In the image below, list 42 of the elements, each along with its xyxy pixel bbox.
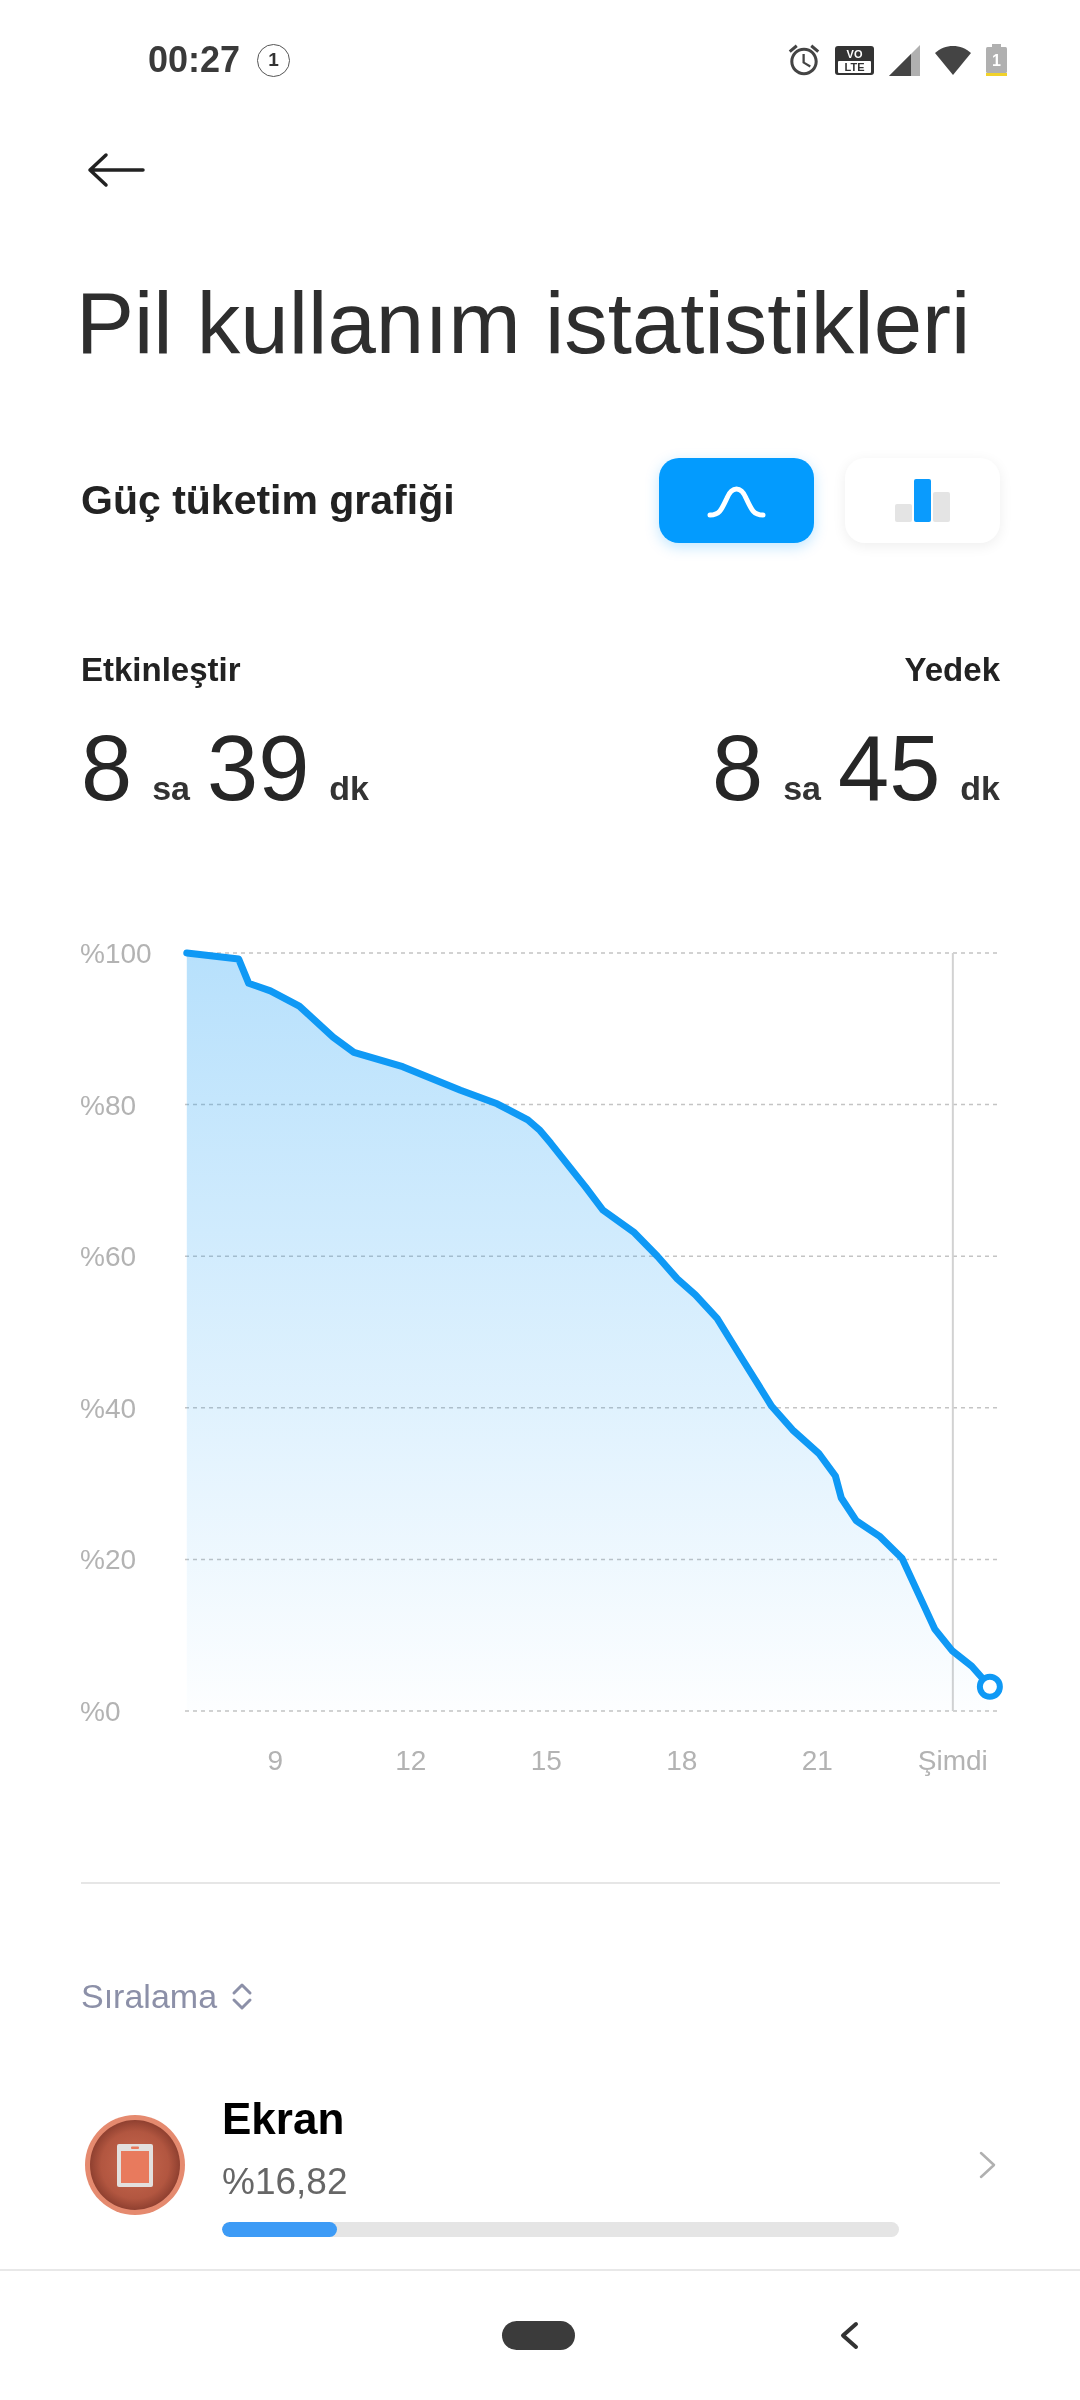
battery-label: 1 <box>992 52 1001 69</box>
volte-bottom-label: LTE <box>844 60 865 73</box>
tablet-icon <box>85 2115 185 2215</box>
minutes-value: 45 <box>837 722 941 814</box>
y-axis-label: %0 <box>80 1696 121 1727</box>
hours-unit: sa <box>783 769 821 808</box>
alarm-clock-icon <box>788 44 820 76</box>
wifi-icon <box>935 45 971 75</box>
sort-button[interactable]: Sıralama <box>71 1971 264 2021</box>
volte-top-label: VO <box>846 47 863 60</box>
x-axis-label: 18 <box>666 1745 698 1776</box>
minutes-value: 39 <box>207 722 310 814</box>
back-arrow-icon <box>87 152 145 188</box>
x-axis-label: Şimdi <box>917 1745 988 1776</box>
chart-view-toggle[interactable] <box>659 458 814 543</box>
y-axis-label: %20 <box>80 1544 137 1576</box>
chart-view-toggle[interactable] <box>845 458 1000 543</box>
status-time: 00:27 <box>148 39 241 81</box>
current-level-point <box>976 1673 1003 1700</box>
minutes-unit: dk <box>960 769 1000 808</box>
sort-chevrons-icon <box>231 1981 254 2011</box>
section-title: Güç tüketim grafiği <box>81 477 456 524</box>
estimate-label: Yedek <box>904 651 1000 689</box>
x-axis-label: 9 <box>267 1745 284 1776</box>
y-axis-label: %60 <box>80 1241 137 1273</box>
estimate-label: Etkinleştir <box>81 651 241 689</box>
hours-value: 8 <box>81 722 133 814</box>
x-axis-label: 12 <box>395 1745 427 1776</box>
usage-item-name: Ekran <box>222 2093 346 2145</box>
minutes-unit: dk <box>329 769 370 808</box>
hours-unit: sa <box>152 769 190 808</box>
y-axis-label: %40 <box>80 1392 137 1424</box>
home-handle[interactable] <box>502 2321 575 2350</box>
hours-value: 8 <box>711 722 764 814</box>
usage-item-percent: %16,82 <box>222 2160 349 2204</box>
y-axis-label: %80 <box>80 1089 137 1121</box>
y-axis-label: %100 <box>80 938 152 969</box>
page-title: Pil kullanım istatistikleri <box>76 273 972 373</box>
signal-icon <box>889 44 920 76</box>
x-axis-label: 21 <box>801 1745 833 1776</box>
x-axis-label: 15 <box>530 1745 562 1776</box>
bar-chart-icon <box>895 479 950 522</box>
